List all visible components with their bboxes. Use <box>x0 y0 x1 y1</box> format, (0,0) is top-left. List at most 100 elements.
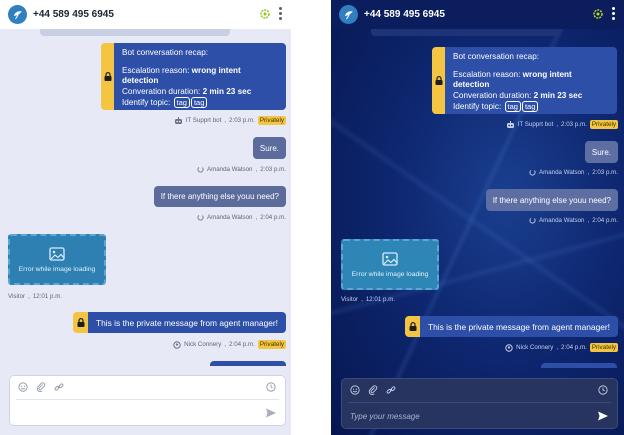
message-text: Sure. <box>591 147 611 157</box>
link-icon[interactable] <box>54 382 64 392</box>
message-sender: Amanda Watson <box>206 214 253 221</box>
umbrella-icon <box>344 10 353 19</box>
message-meta: Amanda Watson, 2:04 p.m. <box>529 217 618 224</box>
image-error-label: Error while image loading <box>18 265 96 273</box>
agent-message: If there anything else youu need? <box>485 189 618 211</box>
avatar[interactable] <box>339 5 358 24</box>
topic-label: Identify topic: <box>453 102 502 112</box>
contact-phone: +44 589 495 6945 <box>33 9 114 20</box>
chat-panel-dark: +44 589 495 6945 Bot conversation recap:… <box>331 0 624 435</box>
bot-icon <box>506 120 514 128</box>
message-sender: Amanda Watson <box>538 169 585 176</box>
private-marker <box>101 43 114 110</box>
clock-icon[interactable] <box>266 382 276 392</box>
recap-title: Bot conversation recap: <box>122 48 209 57</box>
emoji-icon[interactable] <box>350 385 360 395</box>
more-menu-icon[interactable] <box>279 7 282 20</box>
duration-value: 2 min 23 sec <box>533 90 583 100</box>
private-marker <box>405 316 420 337</box>
attachment-icon[interactable] <box>36 382 46 392</box>
private-sender: Nick Connery <box>184 341 222 348</box>
visitor-meta: Visitor, 12:01 p.m. <box>8 293 63 300</box>
send-icon[interactable] <box>265 407 277 419</box>
private-marker <box>73 312 88 333</box>
agent-icon <box>173 340 181 349</box>
lock-icon <box>409 322 416 331</box>
agent-message: Sure. <box>252 137 286 159</box>
duration-label: Converation duration: <box>453 90 532 100</box>
send-icon[interactable] <box>597 410 609 422</box>
visitor-meta: Visitor, 12:01 p.m. <box>341 296 396 303</box>
message-time: 2:03 p.m. <box>260 166 286 173</box>
privately-badge: Privately <box>589 343 618 352</box>
message-composer <box>9 375 286 426</box>
previous-message-edge <box>371 29 561 36</box>
privately-badge: Privately <box>589 120 618 129</box>
image-error-label: Error while image loading <box>351 270 429 278</box>
lock-icon <box>435 76 442 85</box>
private-time: 2:04 p.m. <box>561 344 587 351</box>
previous-message-edge <box>40 29 230 36</box>
image-error-tile[interactable]: Error while image loading <box>341 239 439 290</box>
clock-icon[interactable] <box>598 385 608 395</box>
private-sender: Nick Connery <box>516 344 554 351</box>
lock-icon <box>77 318 84 327</box>
topic-tag[interactable]: tag <box>173 97 190 109</box>
escalation-label: Escalation reason: <box>122 65 190 75</box>
next-message-edge <box>210 361 286 366</box>
composer-divider <box>348 402 611 403</box>
message-time: 2:03 p.m. <box>592 169 618 176</box>
contact-phone: +44 589 495 6945 <box>364 9 445 20</box>
private-message-text: This is the private message from agent m… <box>88 312 286 333</box>
recap-sender: IT Supprt bot <box>185 117 222 124</box>
message-input[interactable] <box>18 406 238 420</box>
lock-icon <box>104 72 111 81</box>
composer-divider <box>16 399 279 400</box>
attachment-icon[interactable] <box>368 385 378 395</box>
message-meta: Amanda Watson, 2:03 p.m. <box>529 169 618 176</box>
broken-image-icon <box>382 251 398 266</box>
recap-time: 2:03 p.m. <box>229 117 255 124</box>
message-meta: Amanda Watson, 2:04 p.m. <box>197 214 286 221</box>
recap-time: 2:03 p.m. <box>561 121 587 128</box>
chat-panel-light: +44 589 495 6945 Bot conversation recap:… <box>0 0 291 435</box>
message-meta: Amanda Watson, 2:03 p.m. <box>197 166 286 173</box>
recap-sender: IT Supprt bot <box>517 121 554 128</box>
private-meta: Nick Connery, 2:04 p.m. Privately <box>505 343 618 352</box>
recap-meta: IT Supprt bot, 2:03 p.m. Privately <box>174 116 286 125</box>
agent-icon <box>505 343 513 352</box>
online-status-icon[interactable] <box>259 8 271 20</box>
emoji-icon[interactable] <box>18 382 28 392</box>
visitor-time: 12:01 p.m. <box>32 293 63 300</box>
topic-tag[interactable]: tag <box>504 101 521 113</box>
message-composer <box>341 378 618 429</box>
umbrella-icon <box>13 10 22 19</box>
avatar[interactable] <box>8 5 27 24</box>
online-status-icon[interactable] <box>592 8 604 20</box>
topic-label: Identify topic: <box>122 98 171 108</box>
read-status-icon <box>197 166 204 173</box>
message-text: If there anything else youu need? <box>492 195 611 205</box>
privately-badge: Privately <box>257 116 286 125</box>
image-error-tile[interactable]: Error while image loading <box>8 234 106 285</box>
duration-value: 2 min 23 sec <box>202 86 252 96</box>
private-marker <box>432 47 445 114</box>
message-input[interactable] <box>350 409 570 423</box>
link-icon[interactable] <box>386 385 396 395</box>
bot-recap-card: Bot conversation recap: Escalation reaso… <box>101 43 286 110</box>
more-menu-icon[interactable] <box>612 7 615 20</box>
broken-image-icon <box>49 246 65 261</box>
visitor-sender: Visitor <box>341 296 359 303</box>
bot-recap-card: Bot conversation recap: Escalation reaso… <box>432 47 617 114</box>
privately-badge: Privately <box>257 340 286 349</box>
private-message: This is the private message from agent m… <box>405 316 618 337</box>
message-text: If there anything else youu need? <box>160 192 279 201</box>
message-sender: Amanda Watson <box>206 166 253 173</box>
message-sender: Amanda Watson <box>538 217 585 224</box>
message-time: 2:04 p.m. <box>260 214 286 221</box>
chat-header: +44 589 495 6945 <box>0 0 291 29</box>
escalation-label: Escalation reason: <box>453 69 521 79</box>
topic-tag[interactable]: tag <box>521 101 539 113</box>
topic-tag[interactable]: tag <box>190 97 208 109</box>
read-status-icon <box>197 214 204 221</box>
